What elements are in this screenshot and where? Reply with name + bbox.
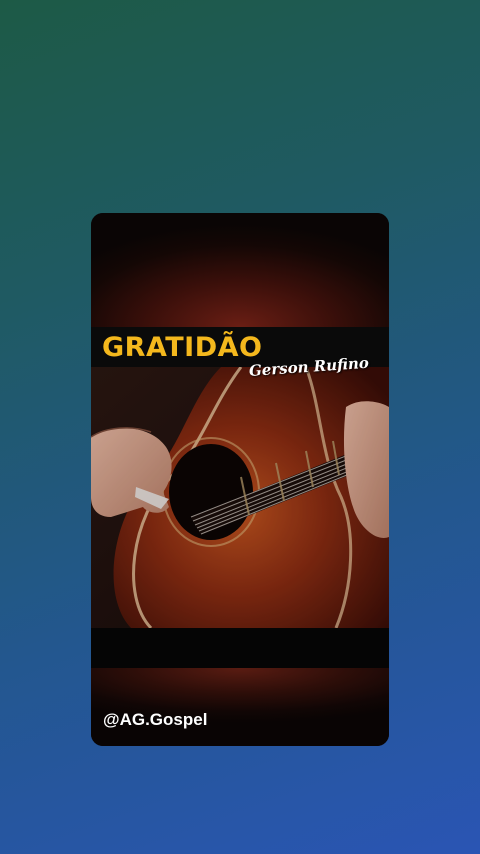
- bottom-gradient: [91, 668, 389, 746]
- channel-handle[interactable]: @AG.Gospel: [103, 710, 207, 730]
- top-gradient: [91, 213, 389, 327]
- guitar-thumbnail: [91, 367, 389, 628]
- letterbox-bar: [91, 628, 389, 668]
- song-title: GRATIDÃO: [102, 332, 263, 363]
- video-card[interactable]: GRATIDÃO Gerson Rufino @AG.Gospel: [91, 213, 389, 746]
